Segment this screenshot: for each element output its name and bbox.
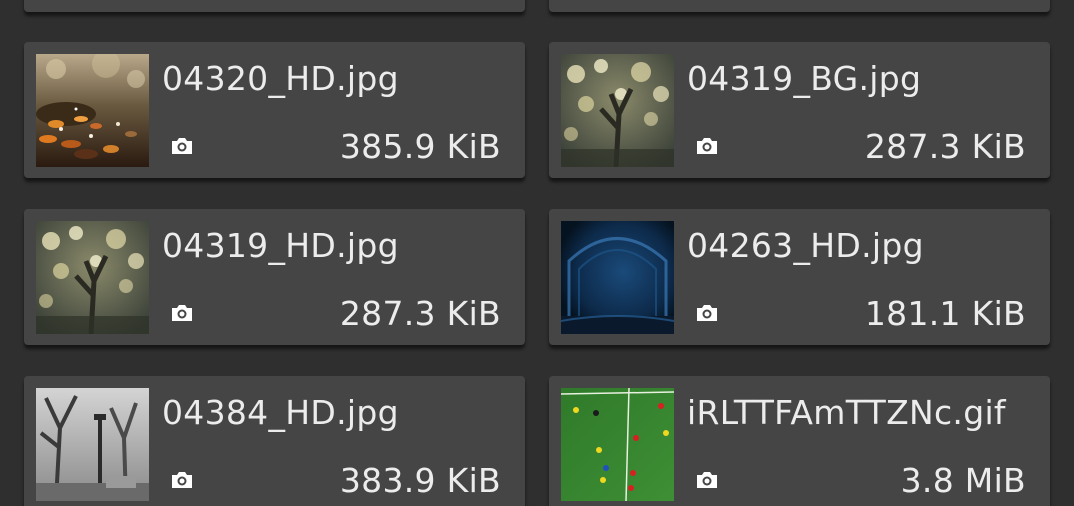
file-size: 181.1 KiB: [864, 294, 1026, 333]
file-size: 383.9 KiB: [339, 461, 501, 500]
file-card[interactable]: 04320_HD.jpg 385.9 KiB: [24, 42, 525, 178]
camera-icon: [170, 470, 194, 490]
file-card[interactable]: 04319_HD.jpg 287.3 KiB: [24, 209, 525, 345]
file-size: 3.8 MiB: [900, 461, 1026, 500]
camera-icon: [170, 303, 194, 323]
file-grid: 04320_HD.jpg 385.9 KiB 04319_BG.jpg 287.…: [0, 0, 1074, 506]
thumbnail-bw-park: [36, 388, 149, 501]
file-size: 287.3 KiB: [339, 294, 501, 333]
thumbnail-soccer-field: [561, 388, 674, 501]
file-card[interactable]: 04384_HD.jpg 383.9 KiB: [24, 376, 525, 506]
file-name: 04320_HD.jpg: [162, 59, 399, 98]
file-name: 04263_HD.jpg: [687, 226, 924, 265]
file-name: iRLTTFAmTTZNc.gif: [687, 393, 1006, 432]
file-name: 04384_HD.jpg: [162, 393, 399, 432]
file-card-partial-left[interactable]: [24, 0, 525, 12]
file-size: 385.9 KiB: [339, 127, 501, 166]
thumbnail-bokeh-tree: [36, 221, 149, 334]
file-size: 287.3 KiB: [864, 127, 1026, 166]
file-card[interactable]: 04319_BG.jpg 287.3 KiB: [549, 42, 1050, 178]
camera-icon: [695, 303, 719, 323]
file-name: 04319_HD.jpg: [162, 226, 399, 265]
thumbnail-autumn-leaves: [36, 54, 149, 167]
thumbnail-bokeh-tree: [561, 54, 674, 167]
file-card[interactable]: 04263_HD.jpg 181.1 KiB: [549, 209, 1050, 345]
file-name: 04319_BG.jpg: [687, 59, 922, 98]
file-card-partial-right[interactable]: [549, 0, 1050, 12]
camera-icon: [695, 136, 719, 156]
thumbnail-blue-arch: [561, 221, 674, 334]
camera-icon: [695, 470, 719, 490]
file-card[interactable]: iRLTTFAmTTZNc.gif 3.8 MiB: [549, 376, 1050, 506]
camera-icon: [170, 136, 194, 156]
